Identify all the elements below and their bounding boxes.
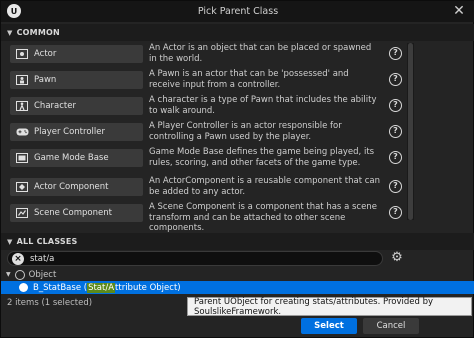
class-row-actor: Actor An Actor is an object that can be … — [1, 42, 474, 68]
item-count-status: 2 items (1 selected) — [7, 298, 93, 308]
character-help-icon[interactable]: ? — [389, 99, 402, 112]
logo-letter: U — [10, 6, 18, 16]
close-button[interactable]: ✕ — [451, 3, 467, 19]
clear-search-icon[interactable]: × — [12, 253, 24, 265]
game-mode-base-help-icon[interactable]: ? — [389, 151, 402, 164]
actor-icon — [15, 49, 29, 60]
class-row-character: Character A character is a type of Pawn … — [1, 94, 474, 120]
pawn-help-icon[interactable]: ? — [389, 73, 402, 86]
class-row-game-mode-base: Game Mode Base Game Mode Base defines th… — [1, 146, 474, 172]
character-class-button[interactable]: Character — [10, 97, 143, 115]
player-controller-class-button[interactable]: Player Controller — [10, 123, 143, 141]
search-match-highlight: Stat/A — [87, 282, 116, 293]
b-statbase-label-suffix: ttribute Object) — [115, 282, 181, 293]
actor-component-icon — [15, 182, 29, 193]
game-mode-base-description: Game Mode Base defines the game being pl… — [149, 147, 375, 168]
all-classes-header-label: ALL CLASSES — [16, 237, 78, 246]
scene-component-description: A Scene Component is a component that ha… — [149, 202, 377, 233]
scene-component-icon — [15, 208, 29, 219]
actor-help-icon[interactable]: ? — [389, 47, 402, 60]
window-title: Pick Parent Class — [197, 6, 279, 17]
pawn-class-button[interactable]: Pawn — [10, 71, 143, 89]
settings-gear-icon[interactable]: ⚙ — [389, 250, 405, 266]
actor-component-label: Actor Component — [34, 182, 109, 192]
object-class-icon — [14, 269, 25, 280]
cancel-button[interactable]: Cancel — [363, 318, 419, 334]
actor-label: Actor — [34, 49, 57, 59]
common-scrollbar[interactable] — [407, 43, 414, 220]
class-row-player-controller: Player Controller A Player Controller is… — [1, 120, 474, 146]
search-value: stat/a — [30, 253, 55, 264]
character-label: Character — [34, 101, 76, 111]
actor-component-class-button[interactable]: Actor Component — [10, 178, 143, 196]
character-icon — [15, 101, 29, 112]
title-bar: U Pick Parent Class ✕ — [1, 1, 474, 22]
player-controller-description: A Player Controller is an actor responsi… — [149, 121, 342, 142]
pick-parent-class-dialog: U Pick Parent Class ✕ ▼ COMMON Actor An … — [0, 0, 474, 338]
scene-component-help-icon[interactable]: ? — [389, 206, 402, 219]
class-row-pawn: Pawn A Pawn is an actor that can be 'pos… — [1, 68, 474, 94]
pawn-description: A Pawn is an actor that can be 'possesse… — [149, 69, 349, 90]
game-mode-base-class-button[interactable]: Game Mode Base — [10, 149, 143, 167]
game-mode-icon — [15, 153, 29, 164]
actor-component-description: An ActorComponent is a reusable componen… — [149, 176, 380, 197]
player-controller-label: Player Controller — [34, 127, 105, 137]
expand-triangle-icon[interactable]: ▼ — [6, 271, 11, 278]
tree-row-b-statbase[interactable]: B_StatBase (Stat/A ttribute Object) — [1, 281, 474, 294]
actor-class-button[interactable]: Actor — [10, 45, 143, 63]
scene-component-class-button[interactable]: Scene Component — [10, 204, 143, 222]
tree-row-object[interactable]: ▼ Object — [1, 268, 474, 281]
b-statbase-label-prefix: B_StatBase ( — [33, 282, 88, 293]
scrollbar-thumb[interactable] — [408, 43, 413, 220]
character-description: A character is a type of Pawn that inclu… — [149, 95, 377, 116]
pawn-label: Pawn — [34, 75, 57, 85]
class-search-input[interactable]: × stat/a — [7, 251, 383, 266]
common-header-label: COMMON — [16, 28, 60, 37]
class-row-actor-component: Actor Component An ActorComponent is a r… — [1, 175, 474, 201]
collapse-triangle-icon: ▼ — [7, 237, 13, 246]
scene-component-label: Scene Component — [34, 208, 112, 218]
object-label: Object — [28, 269, 57, 280]
actor-component-help-icon[interactable]: ? — [389, 180, 402, 193]
collapse-triangle-icon: ▼ — [7, 28, 13, 37]
gamepad-icon — [15, 127, 29, 138]
actor-description: An Actor is an object that can be placed… — [149, 43, 372, 64]
select-button[interactable]: Select — [301, 318, 357, 334]
game-mode-base-label: Game Mode Base — [34, 153, 109, 163]
all-classes-section-header[interactable]: ▼ ALL CLASSES — [1, 233, 474, 250]
unreal-logo-icon: U — [7, 4, 21, 18]
class-tooltip: Parent UObject for creating stats/attrib… — [187, 297, 472, 317]
common-section-header[interactable]: ▼ COMMON — [1, 24, 474, 41]
class-row-scene-component: Scene Component A Scene Component is a c… — [1, 201, 474, 233]
player-controller-help-icon[interactable]: ? — [389, 125, 402, 138]
blueprint-class-icon — [19, 283, 28, 292]
pawn-icon — [15, 75, 29, 86]
